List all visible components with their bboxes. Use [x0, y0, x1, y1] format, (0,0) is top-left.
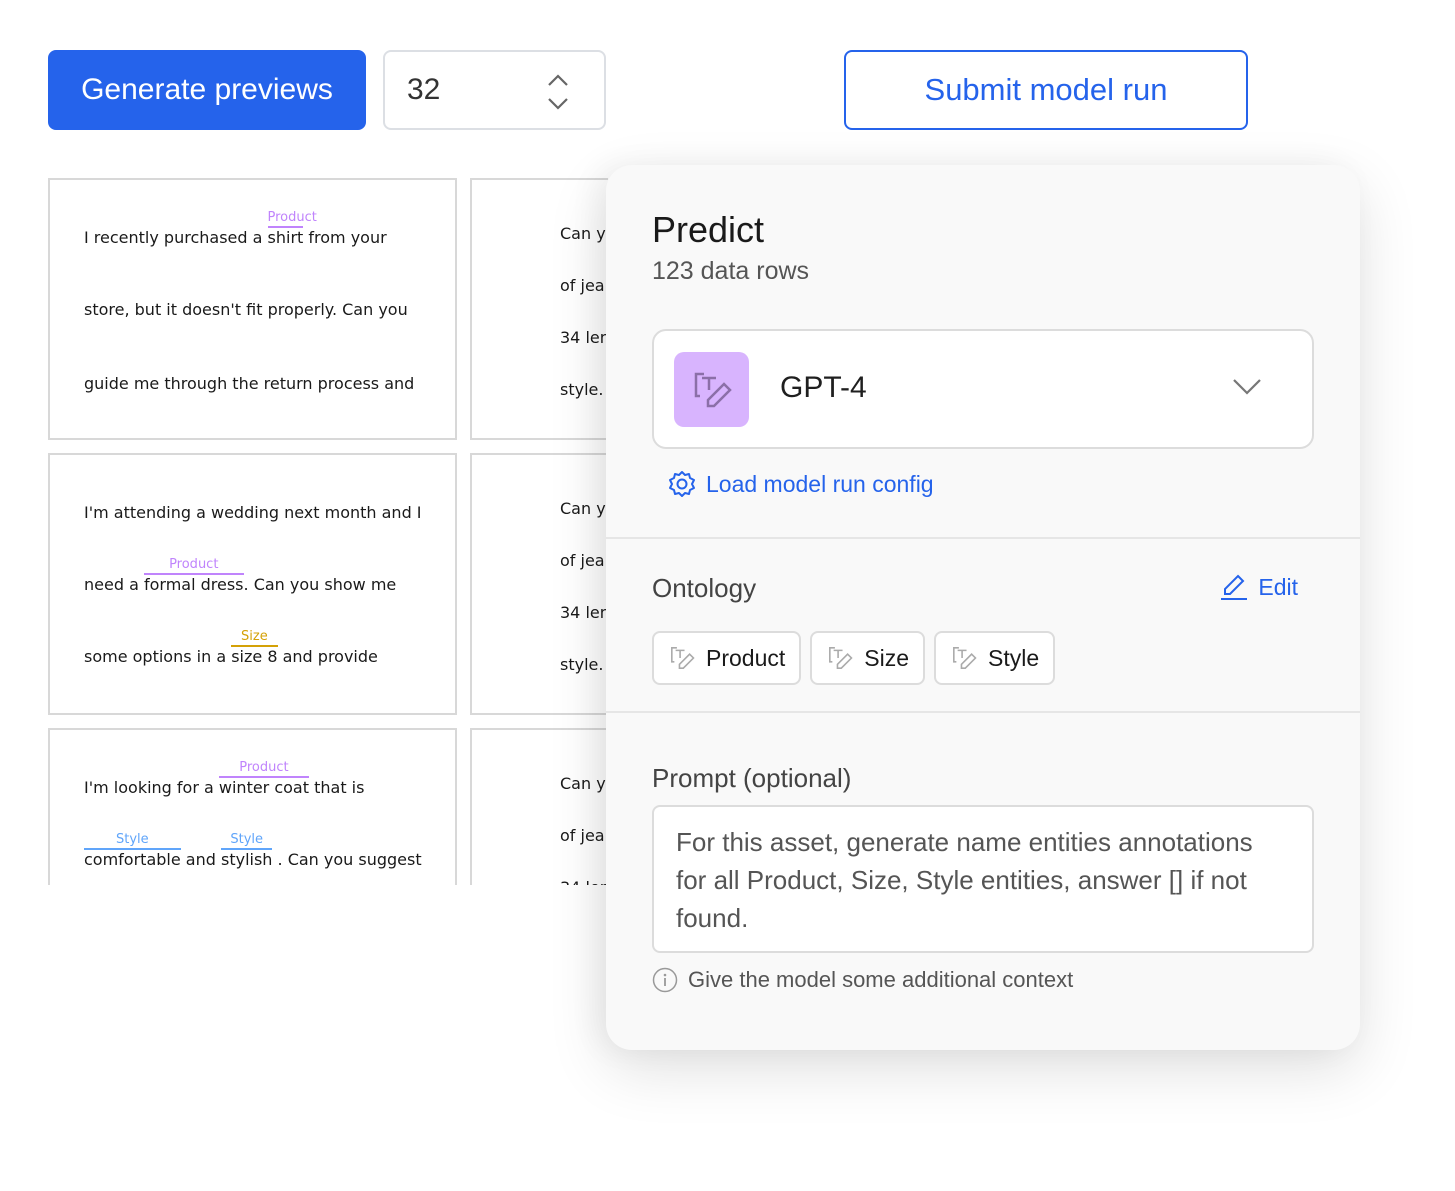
- text-segment: . Can you suggest: [272, 850, 422, 869]
- entity-underline: [231, 645, 278, 647]
- ontology-chip[interactable]: Product: [652, 631, 802, 685]
- text-segment: store, but it doesn't fit properly. Can …: [84, 300, 408, 319]
- entity-text: stylish: [220, 850, 273, 869]
- preview-text-line: I recently purchased a shirt Product from…: [84, 211, 387, 248]
- preview-card[interactable]: I'm looking for a winter coat Product tha…: [48, 728, 457, 885]
- text-segment: need a: [84, 575, 144, 594]
- text-edit-icon: [829, 647, 853, 669]
- preview-text-line: I'm attending a wedding next month and I: [84, 503, 422, 523]
- preview-card[interactable]: I recently purchased a shirt Product from…: [48, 178, 457, 440]
- preview-text-line: 34 len: [560, 878, 608, 885]
- entity-annotation[interactable]: comfortable Style: [84, 833, 181, 870]
- preview-count-stepper[interactable]: 32: [383, 50, 606, 130]
- chip-label: Size: [864, 644, 910, 671]
- entity-annotation[interactable]: shirt Product: [267, 211, 317, 248]
- entity-annotation[interactable]: formal dress Product: [143, 558, 244, 595]
- entity-text: winter coat: [218, 778, 310, 797]
- prompt-hint: Give the model some additional context: [652, 967, 1073, 993]
- panel-title: Predict: [652, 209, 765, 250]
- entity-text: size 8: [231, 647, 278, 666]
- text-segment: . Can you show me: [243, 575, 397, 594]
- divider: [606, 711, 1360, 713]
- predict-panel: Predict 123 data rows GPT-4 Load model r…: [606, 165, 1360, 1050]
- text-edit-icon: [671, 647, 695, 669]
- entity-label: Size: [241, 629, 268, 644]
- generate-previews-button[interactable]: Generate previews: [48, 50, 366, 130]
- text-edit-icon: [674, 352, 749, 427]
- chip-label: Product: [706, 644, 786, 671]
- ontology-chip[interactable]: Style: [934, 631, 1056, 685]
- entity-underline: [220, 848, 273, 850]
- up-down-chevron-icon[interactable]: [546, 72, 570, 112]
- preview-text-line: of jear: [560, 276, 608, 295]
- entity-annotation[interactable]: winter coat Product: [218, 761, 310, 798]
- text-segment: and provide: [277, 647, 378, 666]
- text-segment: and: [180, 850, 221, 869]
- preview-card[interactable]: Can yo of jear 34 len style.: [470, 178, 608, 440]
- entity-underline: [143, 573, 244, 575]
- ontology-chip[interactable]: Size: [810, 631, 926, 685]
- submit-model-run-button[interactable]: Submit model run: [844, 50, 1248, 130]
- entity-text: formal dress: [143, 575, 244, 594]
- info-icon: [652, 967, 678, 993]
- preview-text-line: some options in a size 8 Size and provide: [84, 630, 378, 667]
- text-segment: I recently purchased a: [84, 228, 268, 247]
- preview-text-line: store, but it doesn't fit properly. Can …: [84, 300, 408, 320]
- preview-text-line: style.: [560, 380, 604, 399]
- prompt-label: Prompt (optional): [652, 763, 852, 793]
- entity-annotation[interactable]: size 8 Size: [231, 630, 278, 667]
- data-row-count: 123 data rows: [652, 257, 810, 285]
- load-model-run-config-link[interactable]: Load model run config: [668, 470, 934, 498]
- text-segment: guide me through the return process and: [84, 374, 415, 393]
- model-name: GPT-4: [780, 371, 867, 404]
- divider: [606, 537, 1360, 539]
- preview-text-line: Can yo: [560, 774, 608, 793]
- entity-underline: [267, 226, 304, 228]
- preview-text-line: comfortable Style and stylish Style . Can …: [84, 833, 422, 870]
- entity-label: Style: [116, 832, 149, 847]
- preview-card[interactable]: I'm attending a wedding next month and I…: [48, 453, 457, 715]
- entity-text: shirt: [267, 228, 304, 247]
- preview-text-line: I'm looking for a winter coat Product tha…: [84, 761, 365, 798]
- ontology-label: Ontology: [652, 573, 757, 603]
- load-config-label: Load model run config: [706, 470, 934, 497]
- entity-label: Product: [239, 760, 289, 775]
- entity-label: Product: [267, 210, 317, 225]
- text-segment: I'm looking for a: [84, 778, 219, 797]
- edit-label: Edit: [1258, 573, 1298, 600]
- preview-count-value: 32: [407, 73, 441, 106]
- pencil-icon: [1221, 574, 1248, 600]
- entity-underline: [84, 848, 181, 850]
- text-edit-icon: [953, 647, 977, 669]
- preview-text-line: style.: [560, 655, 604, 674]
- text-segment: I'm attending a wedding next month and I: [84, 503, 422, 522]
- model-select[interactable]: GPT-4: [652, 329, 1314, 449]
- entity-underline: [218, 776, 310, 778]
- prompt-textarea[interactable]: For this asset, generate name entities a…: [652, 805, 1314, 953]
- text-segment: from your: [303, 228, 387, 247]
- chip-label: Style: [988, 644, 1040, 671]
- edit-ontology-button[interactable]: Edit: [1220, 573, 1298, 601]
- ontology-chips: Product Size Style: [652, 631, 1056, 685]
- entity-text: comfortable: [84, 850, 181, 869]
- entity-annotation[interactable]: stylish Style: [220, 833, 273, 870]
- preview-card[interactable]: Can yo of jear 34 len style.: [470, 453, 608, 715]
- preview-text-line: 34 len: [560, 328, 608, 347]
- preview-text-line: 34 len: [560, 603, 608, 622]
- chevron-down-icon[interactable]: [1232, 377, 1262, 397]
- preview-card[interactable]: Can yo of jear 34 len: [470, 728, 608, 885]
- entity-label: Style: [230, 832, 264, 847]
- preview-grid: I recently purchased a shirt Product from…: [48, 178, 608, 885]
- entity-label: Product: [169, 557, 219, 572]
- gear-icon: [669, 471, 695, 497]
- preview-text-line: of jear: [560, 551, 608, 570]
- hint-text: Give the model some additional context: [688, 967, 1074, 992]
- preview-text-line: guide me through the return process and: [84, 374, 414, 394]
- preview-text-line: need a formal dress Product . Can you show…: [84, 558, 397, 595]
- text-segment: that is: [309, 778, 365, 797]
- text-segment: some options in a: [84, 647, 232, 666]
- preview-text-line: Can yo: [560, 499, 608, 518]
- preview-text-line: Can yo: [560, 224, 608, 243]
- preview-text-line: of jear: [560, 826, 608, 845]
